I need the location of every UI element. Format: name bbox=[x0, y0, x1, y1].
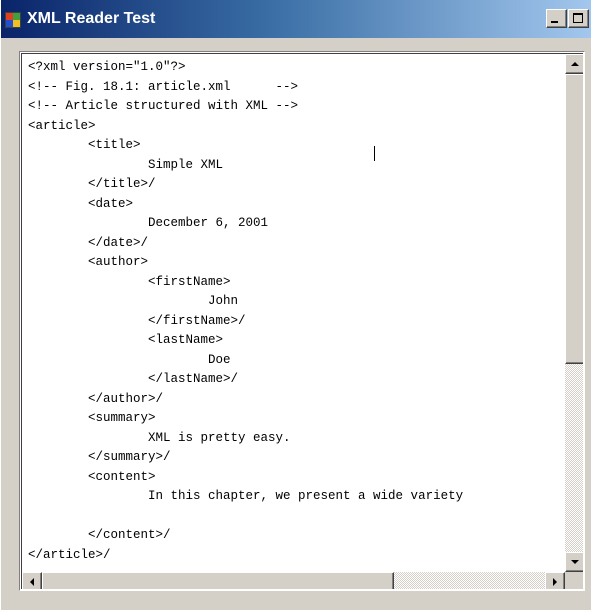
xml-text-box[interactable]: <?xml version="1.0"?> <!-- Fig. 18.1: ar… bbox=[21, 53, 583, 589]
main-window: XML Reader Test <?xml version="1.0"?> <!… bbox=[0, 0, 591, 610]
window-title: XML Reader Test bbox=[27, 10, 156, 27]
arrow-left-icon bbox=[30, 578, 34, 586]
code-line: Doe bbox=[28, 352, 231, 367]
maximize-icon bbox=[573, 13, 583, 23]
code-line: </lastName>/ bbox=[28, 372, 239, 386]
arrow-right-icon bbox=[553, 578, 557, 586]
minimize-button[interactable] bbox=[546, 9, 567, 28]
code-line: </author>/ bbox=[28, 391, 164, 406]
arrow-down-icon bbox=[571, 560, 579, 564]
scroll-right-button[interactable] bbox=[545, 572, 565, 589]
code-line: <firstName> bbox=[28, 274, 231, 289]
code-line: <!-- Article structured with XML --> bbox=[28, 99, 299, 113]
app-window-icon[interactable] bbox=[5, 12, 21, 28]
maximize-button[interactable] bbox=[568, 9, 589, 28]
title-bar[interactable]: XML Reader Test bbox=[1, 0, 591, 38]
code-line: </date>/ bbox=[28, 235, 149, 250]
scroll-down-button[interactable] bbox=[565, 552, 583, 572]
code-line: </summary>/ bbox=[28, 450, 171, 464]
code-line: <!-- Fig. 18.1: article.xml --> bbox=[28, 79, 299, 94]
vertical-scroll-thumb[interactable] bbox=[565, 74, 583, 364]
code-line: </title>/ bbox=[28, 177, 156, 191]
horizontal-scrollbar[interactable] bbox=[22, 572, 565, 589]
code-line: <lastName> bbox=[28, 333, 224, 347]
code-line: <summary> bbox=[28, 411, 156, 425]
vertical-scrollbar[interactable] bbox=[565, 54, 583, 572]
scrollbar-corner bbox=[565, 572, 583, 589]
text-caret bbox=[374, 146, 375, 161]
minimize-icon bbox=[551, 21, 558, 23]
xml-text-content: <?xml version="1.0"?> <!-- Fig. 18.1: ar… bbox=[28, 58, 463, 565]
code-line: December 6, 2001 bbox=[28, 216, 269, 230]
code-line: <?xml version="1.0"?> bbox=[28, 60, 186, 74]
code-line: <title> bbox=[28, 138, 141, 152]
code-line: John bbox=[28, 294, 239, 308]
scroll-left-button[interactable] bbox=[22, 572, 42, 589]
code-line: <date> bbox=[28, 196, 134, 211]
scroll-up-button[interactable] bbox=[565, 54, 583, 74]
code-line: </article>/ bbox=[28, 547, 111, 562]
code-line: <content> bbox=[28, 469, 156, 484]
code-line: <author> bbox=[28, 255, 149, 269]
code-line: In this chapter, we present a wide varie… bbox=[28, 489, 464, 503]
xml-text-box-frame: <?xml version="1.0"?> <!-- Fig. 18.1: ar… bbox=[19, 51, 585, 591]
code-line: <article> bbox=[28, 118, 96, 133]
arrow-up-icon bbox=[571, 62, 579, 66]
horizontal-scroll-thumb[interactable] bbox=[42, 572, 394, 589]
code-line: </content>/ bbox=[28, 528, 171, 542]
code-line: </firstName>/ bbox=[28, 313, 246, 328]
code-line: Simple XML bbox=[28, 157, 224, 172]
code-line: XML is pretty easy. bbox=[28, 430, 291, 445]
